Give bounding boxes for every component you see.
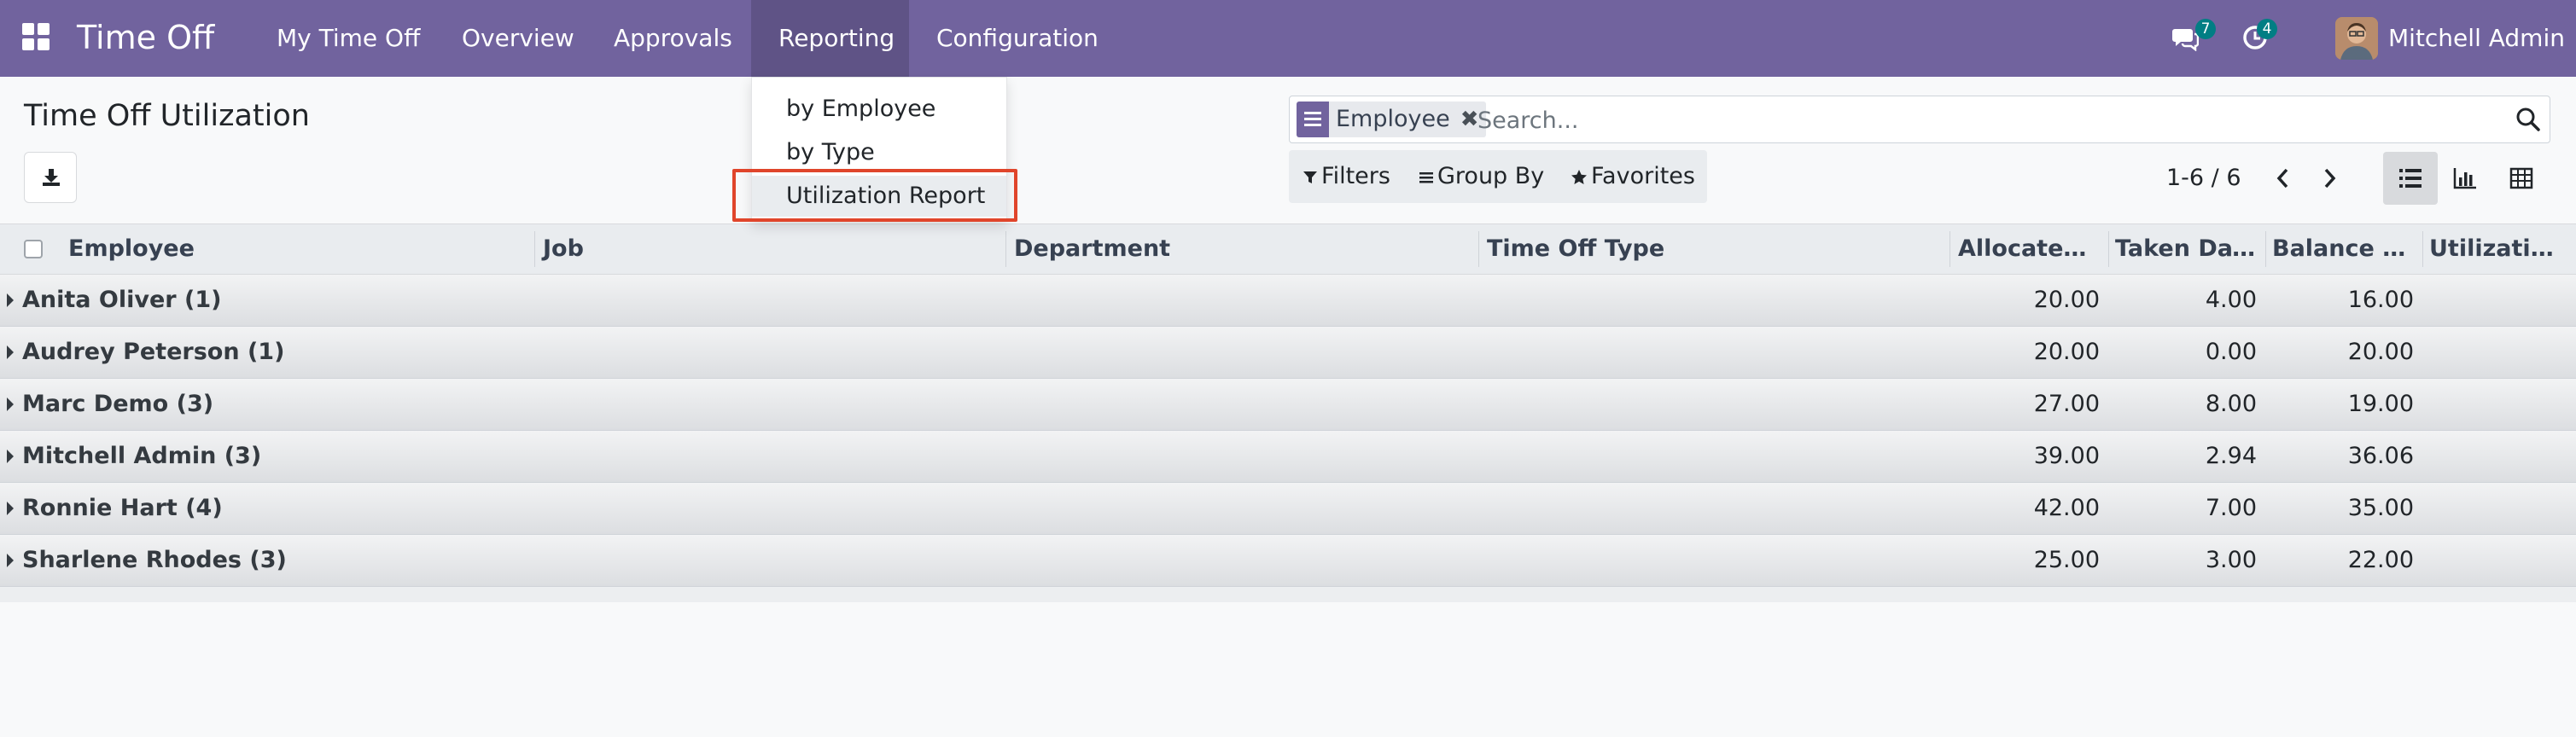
- list-header: Employee Job Department Time Off Type Al…: [0, 223, 2576, 275]
- group-row[interactable]: Mitchell Admin (3) 39.00 2.94 36.06: [0, 431, 2576, 483]
- download-button[interactable]: [24, 152, 77, 203]
- messages-badge: 7: [2195, 19, 2216, 39]
- search-panel-toggles: Filters Group By Favorites: [1289, 150, 1707, 203]
- column-job[interactable]: Job: [536, 224, 1004, 274]
- taken-value: 7.00: [2205, 495, 2257, 521]
- download-icon: [43, 169, 60, 186]
- page-title: Time Off Utilization: [24, 99, 310, 133]
- search-bar: Employee ✖: [1289, 96, 2550, 143]
- taken-value: 8.00: [2205, 391, 2257, 417]
- graph-view-button[interactable]: [2438, 152, 2492, 205]
- caret-right-icon: [7, 450, 14, 463]
- bar-chart-icon: [2453, 168, 2476, 189]
- pivot-table-icon: [2509, 167, 2533, 189]
- balance-value: 35.00: [2347, 495, 2414, 521]
- menu-item-utilization-report[interactable]: Utilization Report: [752, 176, 1006, 217]
- allocated-value: 20.00: [2033, 339, 2100, 365]
- menu-overview[interactable]: Overview: [434, 0, 602, 77]
- taken-value: 0.00: [2205, 339, 2257, 365]
- list-view-icon: [2399, 169, 2422, 188]
- pager-previous-icon[interactable]: [2274, 167, 2293, 189]
- group-by-facet-icon: [1297, 102, 1329, 137]
- allocated-value: 27.00: [2033, 391, 2100, 417]
- activities-badge: 4: [2257, 19, 2277, 39]
- allocated-value: 20.00: [2033, 287, 2100, 313]
- star-icon: [1571, 169, 1587, 184]
- column-employee[interactable]: Employee: [61, 224, 533, 274]
- group-row[interactable]: Sharlene Rhodes (3) 25.00 3.00 22.00: [0, 535, 2576, 587]
- allocated-value: 39.00: [2033, 443, 2100, 469]
- group-name: Audrey Peterson (1): [22, 339, 285, 365]
- menu-approvals[interactable]: Approvals: [586, 0, 760, 77]
- menu-item-by-employee[interactable]: by Employee: [752, 89, 1006, 130]
- group-row[interactable]: Anita Oliver (1) 20.00 4.00 16.00: [0, 275, 2576, 327]
- taken-value: 2.94: [2205, 443, 2257, 469]
- balance-value: 22.00: [2347, 547, 2414, 573]
- search-facet: Employee ✖: [1297, 102, 1486, 137]
- caret-right-icon: [7, 502, 14, 515]
- list-view-button[interactable]: [2383, 152, 2438, 205]
- table-footer: [0, 587, 2576, 602]
- filters-button[interactable]: Filters: [1303, 150, 1390, 203]
- user-avatar[interactable]: [2335, 17, 2378, 60]
- caret-right-icon: [7, 345, 14, 359]
- filter-icon: [1303, 171, 1317, 183]
- group-row[interactable]: Marc Demo (3) 27.00 8.00 19.00: [0, 379, 2576, 431]
- column-department[interactable]: Department: [1007, 224, 1475, 274]
- group-row[interactable]: Audrey Peterson (1) 20.00 0.00 20.00: [0, 327, 2576, 379]
- search-icon[interactable]: [2515, 107, 2541, 132]
- pager-value[interactable]: 1-6 / 6: [2166, 159, 2241, 198]
- caret-right-icon: [7, 398, 14, 411]
- group-row[interactable]: Ronnie Hart (4) 42.00 7.00 35.00: [0, 483, 2576, 535]
- pivot-view-button[interactable]: [2494, 152, 2549, 205]
- group-by-button[interactable]: Group By: [1419, 150, 1544, 203]
- group-name: Sharlene Rhodes (3): [22, 547, 287, 573]
- column-allocated[interactable]: Allocated ...: [1951, 224, 2108, 274]
- allocated-value: 42.00: [2033, 495, 2100, 521]
- balance-value: 16.00: [2347, 287, 2414, 313]
- group-by-icon: [1419, 171, 1433, 183]
- app-title[interactable]: Time Off: [77, 16, 214, 59]
- menu-configuration[interactable]: Configuration: [909, 0, 1126, 77]
- search-input[interactable]: [1476, 102, 2486, 139]
- taken-value: 4.00: [2205, 287, 2257, 313]
- balance-value: 20.00: [2347, 339, 2414, 365]
- column-utilization[interactable]: Utilization...: [2422, 224, 2576, 274]
- group-name: Marc Demo (3): [22, 391, 214, 417]
- group-name: Mitchell Admin (3): [22, 443, 262, 469]
- menu-my-time-off[interactable]: My Time Off: [249, 0, 447, 77]
- group-name: Ronnie Hart (4): [22, 495, 223, 521]
- caret-right-icon: [7, 554, 14, 567]
- pager-next-icon[interactable]: [2320, 167, 2339, 189]
- column-time-off-type[interactable]: Time Off Type: [1480, 224, 1948, 274]
- user-name[interactable]: Mitchell Admin: [2388, 19, 2565, 58]
- facet-label: Employee: [1336, 106, 1450, 132]
- menu-item-by-type[interactable]: by Type: [752, 132, 1006, 173]
- apps-menu-icon[interactable]: [22, 23, 51, 52]
- balance-value: 36.06: [2347, 443, 2414, 469]
- group-name: Anita Oliver (1): [22, 287, 222, 313]
- column-balance-days[interactable]: Balance D...: [2265, 224, 2422, 274]
- menu-reporting[interactable]: Reporting: [751, 0, 909, 77]
- allocated-value: 25.00: [2033, 547, 2100, 573]
- column-taken-days[interactable]: Taken Day...: [2108, 224, 2265, 274]
- top-navbar: Time Off My Time Off Overview Approvals …: [0, 0, 2576, 77]
- taken-value: 3.00: [2205, 547, 2257, 573]
- balance-value: 19.00: [2347, 391, 2414, 417]
- reporting-dropdown-menu: by Employee by Type Utilization Report: [751, 77, 1007, 222]
- favorites-button[interactable]: Favorites: [1571, 150, 1695, 203]
- caret-right-icon: [7, 293, 14, 307]
- select-all-checkbox[interactable]: [24, 240, 43, 258]
